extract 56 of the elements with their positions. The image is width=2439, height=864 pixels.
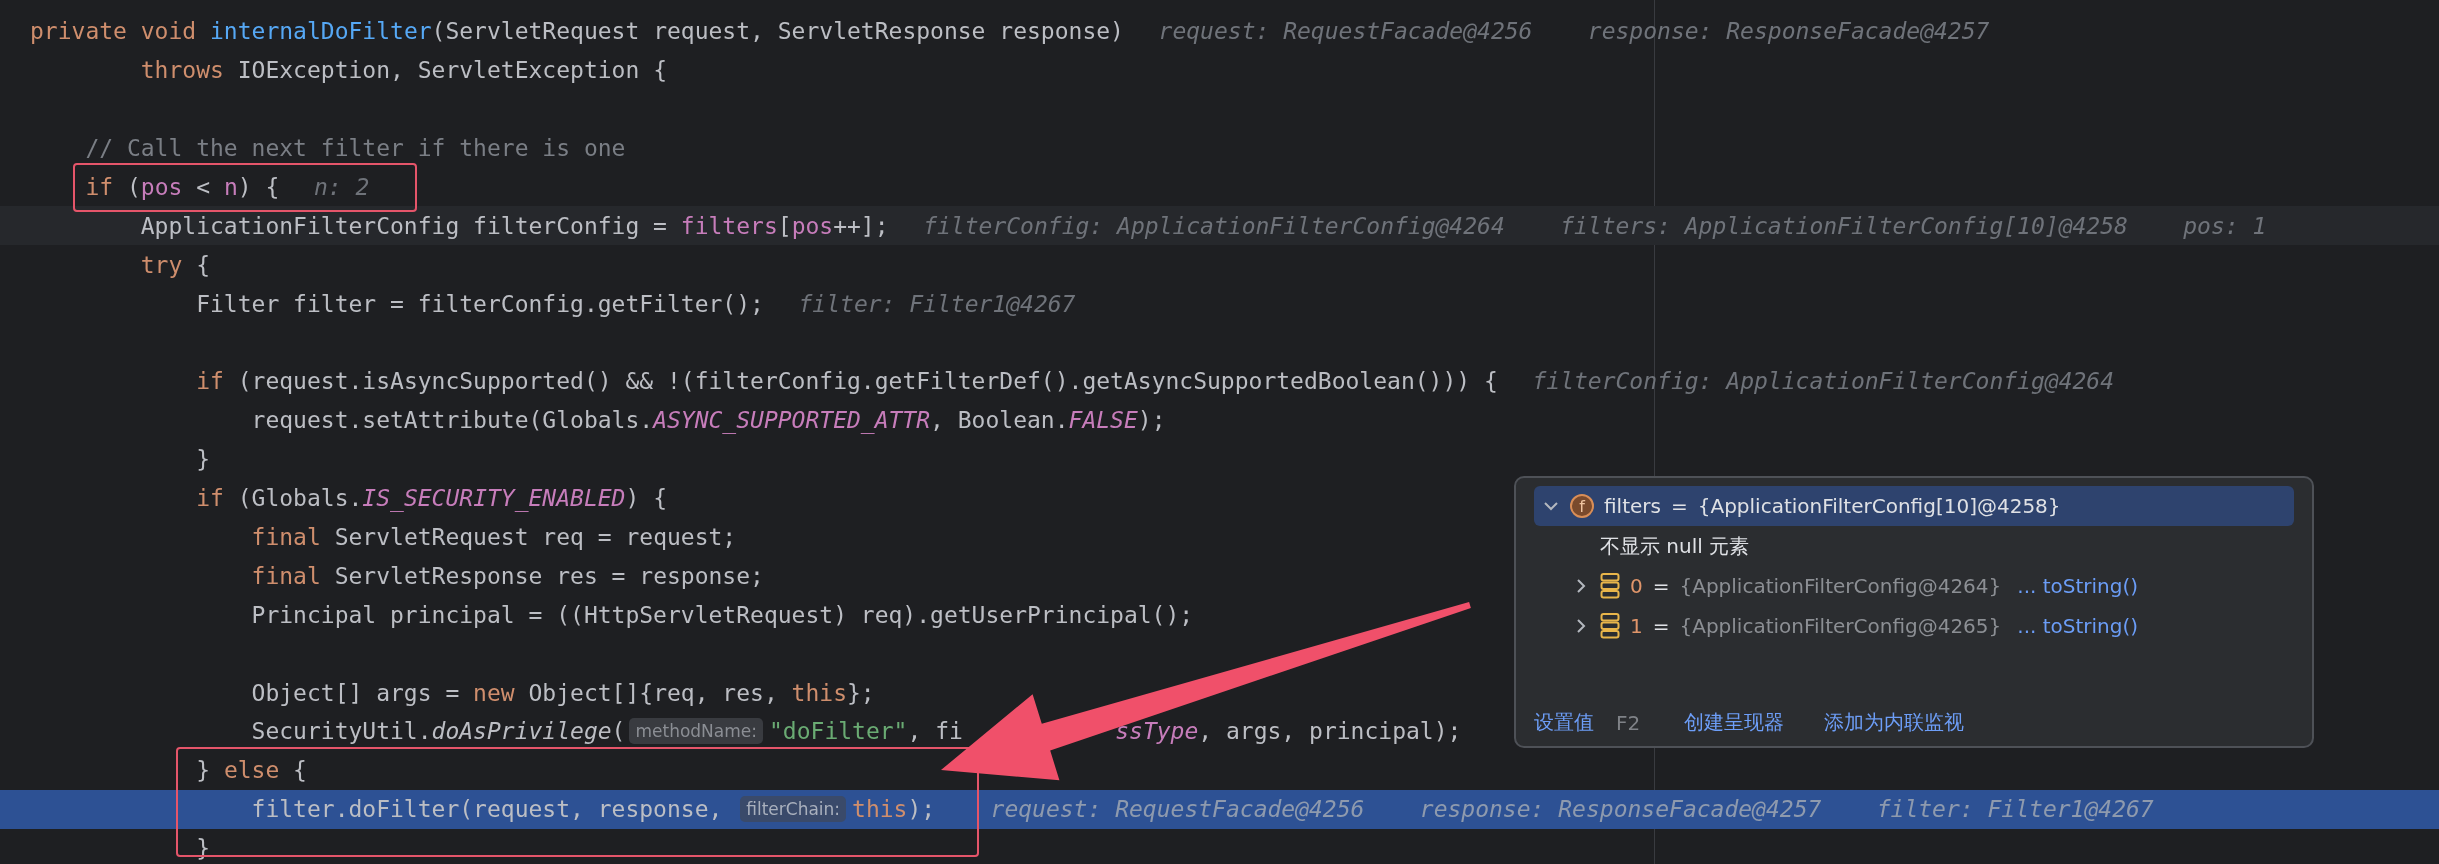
code-text: final ServletRequest req = request; <box>250 524 737 550</box>
entry-value: {ApplicationFilterConfig@4265} <box>1679 614 2002 638</box>
code-text: Object[] args = new Object[]{req, res, this}; <box>250 679 875 706</box>
shortcut-hint: F2 <box>1616 710 1641 735</box>
action-link[interactable]: 设置值 <box>1534 709 1594 736</box>
code-text: ApplicationFilterConfig filterConfig = filters[pos++]; <box>139 212 889 239</box>
inline-value: response: ResponseFacade@4257 <box>1419 796 1822 823</box>
action-link[interactable]: 创建呈现器 <box>1684 709 1785 736</box>
code-text: Filter filter = filterConfig.getFilter(); <box>195 290 764 317</box>
array-element-icon <box>1600 613 1620 639</box>
code-text: request.setAttribute(Globals.ASYNC_SUPPORTED_ATTR, Boolean.FALSE); <box>250 407 1166 434</box>
code-text: this); <box>852 796 936 823</box>
code-text: final ServletResponse res = response; <box>250 562 764 589</box>
inline-value: request: RequestFacade@4256 <box>1158 18 1533 45</box>
variable-name: filters <box>1604 494 1661 518</box>
tree-note: 不显示 null 元素 <box>1600 532 1750 560</box>
code-text: } else { <box>195 757 307 784</box>
parameter-hint: filterChain: <box>740 796 847 823</box>
inline-value: filter: Filter1@4267 <box>1876 796 2154 823</box>
inline-value: filterConfig: ApplicationFilterConfig@4264 <box>923 212 1505 239</box>
code-text: } <box>195 446 210 473</box>
code-text: ssType, args, principal); <box>1115 718 1462 745</box>
inline-value: filter: Filter1@4267 <box>798 290 1076 317</box>
code-text: "doFilter", fi <box>769 718 963 745</box>
action-link[interactable]: 添加为内联监视 <box>1824 709 1965 736</box>
inline-value: response: ResponseFacade@4257 <box>1587 18 1990 45</box>
code-text: if (pos < n) { <box>84 174 280 200</box>
code-text: filter.doFilter(request, response, <box>250 796 724 823</box>
to-string-link[interactable]: ... toString() <box>2017 614 2139 638</box>
tree-item[interactable]: 0 = {ApplicationFilterConfig@4264} ... toString() <box>1534 566 2294 606</box>
inline-value: request: RequestFacade@4256 <box>990 796 1365 823</box>
code-text: private void internalDoFilter(ServletRequest request, ServletResponse response) <box>30 18 1124 45</box>
variable-value: {ApplicationFilterConfig[10]@4258} <box>1697 494 2061 518</box>
inline-value: n: 2 <box>313 174 370 200</box>
code-text: Principal principal = ((HttpServletRequest) req).getUserPrincipal(); <box>250 601 1194 628</box>
inline-value: filterConfig: ApplicationFilterConfig@4264 <box>1532 368 2115 395</box>
code-text: throws IOException, ServletException { <box>139 57 667 84</box>
code-text: try { <box>139 251 211 278</box>
array-index: 0 <box>1630 574 1643 598</box>
code-text: SecurityUtil.doAsPrivilege( <box>250 718 626 745</box>
array-element-icon <box>1600 573 1620 599</box>
code-text: if (Globals.IS_SECURITY_ENABLED) { <box>195 485 667 512</box>
equals-sign: = <box>1652 614 1670 638</box>
tree-item[interactable]: f filters = {ApplicationFilterConfig[10]@4258} <box>1534 486 2294 526</box>
to-string-link[interactable]: ... toString() <box>2017 574 2139 598</box>
tree-item[interactable]: 1 = {ApplicationFilterConfig@4265} ... toString() <box>1534 606 2294 646</box>
equals-sign: = <box>1670 494 1688 518</box>
parameter-hint: methodName: <box>629 718 763 745</box>
code-comment: // Call the next filter if there is one <box>84 135 626 162</box>
entry-value: {ApplicationFilterConfig@4264} <box>1679 574 2002 598</box>
inline-value: filters: ApplicationFilterConfig[10]@4258 <box>1560 212 2128 239</box>
field-icon: f <box>1570 494 1594 518</box>
code-text: if (request.isAsyncSupported() && !(filterConfig.getFilterDef().getAsyncSupportedBoolean())) { <box>195 368 1498 395</box>
array-index: 1 <box>1630 614 1643 638</box>
equals-sign: = <box>1652 574 1670 598</box>
inline-value: pos: 1 <box>2183 212 2267 239</box>
